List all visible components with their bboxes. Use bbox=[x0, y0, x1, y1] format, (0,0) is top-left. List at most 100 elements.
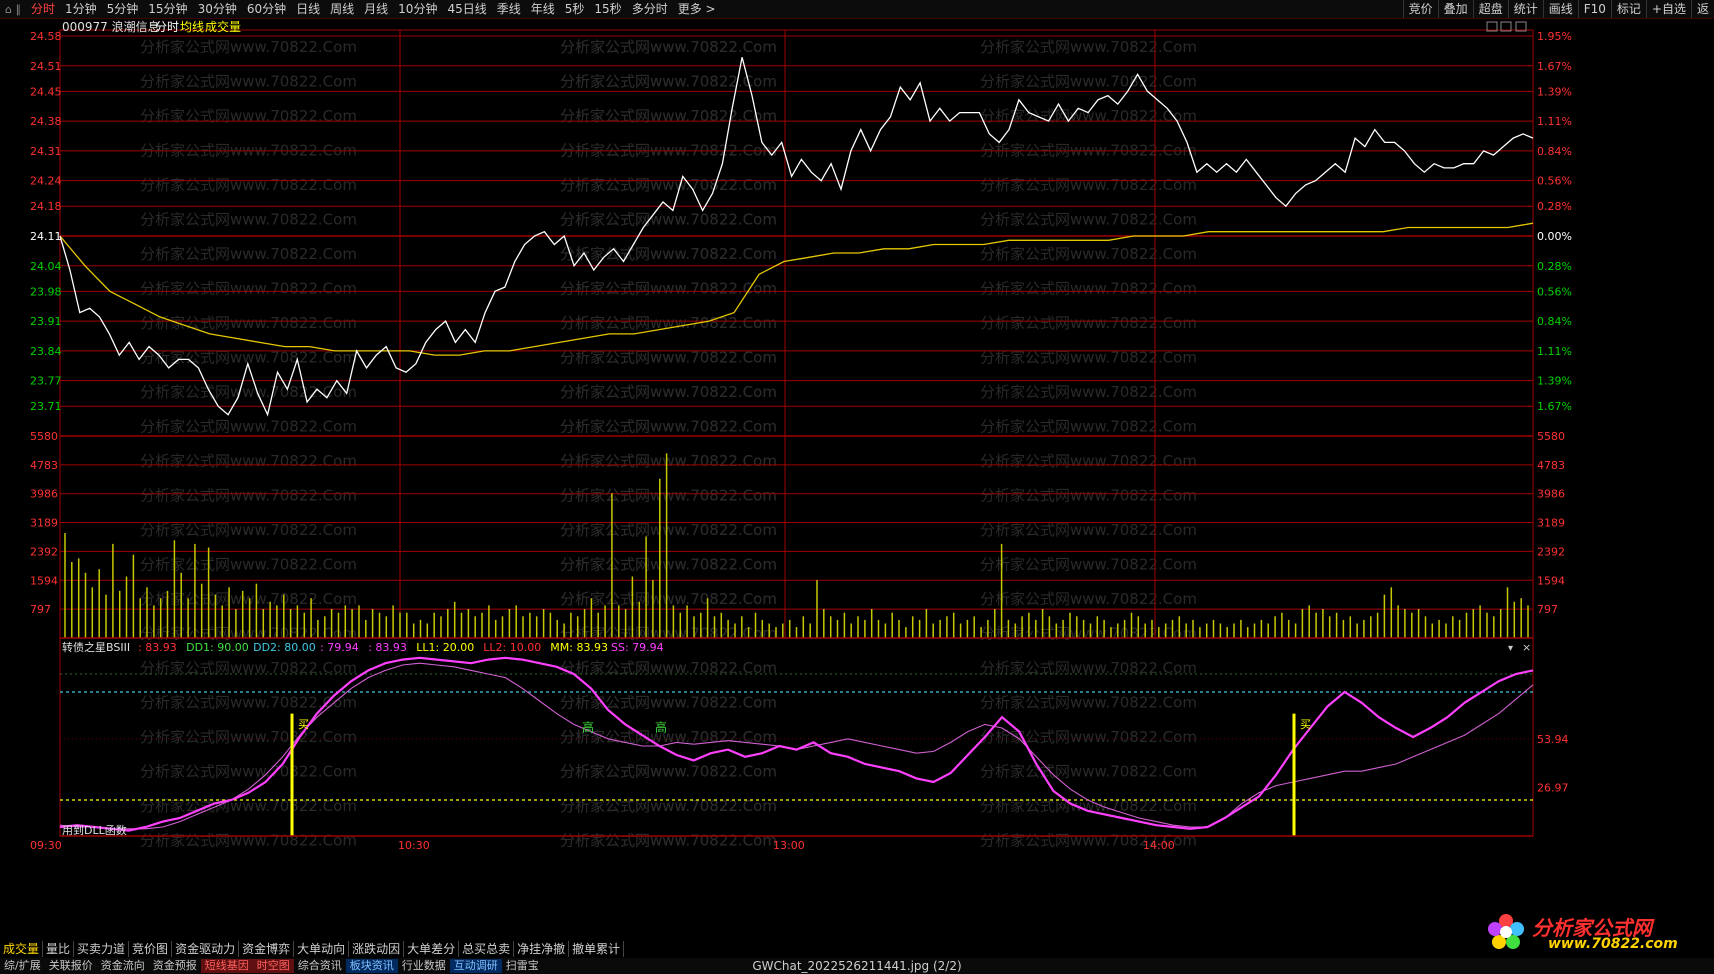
indicator-legend-0: : 83.93 bbox=[138, 641, 177, 654]
time-tick-label: 09:30 bbox=[30, 839, 62, 852]
info-tab-2[interactable]: 资金流向 bbox=[97, 959, 149, 973]
indicator-tab-0[interactable]: 成交量 bbox=[0, 941, 44, 957]
indicator-title: 转债之星BSIII bbox=[62, 640, 130, 654]
indicator-tab-9[interactable]: 总买总卖 bbox=[459, 941, 515, 957]
volume-tick-label: 5580 bbox=[30, 430, 58, 443]
price-tick-label: 24.51 bbox=[30, 60, 62, 73]
watermark-text: 分析家公式网www.70822.Com bbox=[980, 625, 1197, 643]
buy-label: 买 bbox=[298, 718, 309, 731]
info-tab-0[interactable]: 综/扩展 bbox=[0, 959, 45, 973]
pct-tick-label: 1.67% bbox=[1537, 60, 1572, 73]
info-tab-6[interactable]: 综合资讯 bbox=[294, 959, 346, 973]
price-tick-label: 24.04 bbox=[30, 260, 62, 273]
watermark-text: 分析家公式网www.70822.Com bbox=[980, 418, 1197, 436]
time-tick-label: 13:00 bbox=[773, 839, 805, 852]
info-tab-9[interactable]: 互动调研 bbox=[449, 959, 502, 973]
watermark-text: 分析家公式网www.70822.Com bbox=[980, 694, 1197, 712]
site-logo: 分析家公式网 www.70822.com bbox=[1478, 908, 1708, 956]
indicator-legend-6: LL2: 10.00 bbox=[483, 641, 541, 654]
watermark-text: 分析家公式网www.70822.Com bbox=[140, 556, 357, 574]
header-label-0: 000977 浪潮信息 bbox=[62, 19, 160, 34]
watermark-text: 分析家公式网www.70822.Com bbox=[140, 38, 357, 56]
volume-tick-label: 797 bbox=[30, 603, 51, 616]
volume-tick-label: 4783 bbox=[30, 459, 58, 472]
volume-tick-label-right: 2392 bbox=[1537, 545, 1565, 558]
watermark-text: 分析家公式网www.70822.Com bbox=[560, 556, 777, 574]
watermark-text: 分析家公式网www.70822.Com bbox=[980, 73, 1197, 91]
info-tab-8[interactable]: 行业数据 bbox=[398, 959, 450, 973]
watermark-text: 分析家公式网www.70822.Com bbox=[560, 245, 777, 263]
watermark-text: 分析家公式网www.70822.Com bbox=[980, 659, 1197, 677]
info-tab-5[interactable]: 时空图 bbox=[252, 959, 294, 973]
watermark-text: 分析家公式网www.70822.Com bbox=[140, 107, 357, 125]
volume-tick-label: 3189 bbox=[30, 517, 58, 530]
watermark-text: 分析家公式网www.70822.Com bbox=[560, 832, 777, 850]
watermark-text: 分析家公式网www.70822.Com bbox=[560, 763, 777, 781]
watermark-text: 分析家公式网www.70822.Com bbox=[140, 280, 357, 298]
volume-tick-label-right: 4783 bbox=[1537, 459, 1565, 472]
info-tab-10[interactable]: 扫雷宝 bbox=[502, 959, 543, 973]
info-tab-1[interactable]: 关联报价 bbox=[45, 959, 97, 973]
indicator-footnote: 用到DLL函数 bbox=[62, 824, 127, 837]
pct-tick-label: 0.00% bbox=[1537, 230, 1572, 243]
watermark-text: 分析家公式网www.70822.Com bbox=[140, 694, 357, 712]
watermark-text: 分析家公式网www.70822.Com bbox=[560, 418, 777, 436]
volume-tick-label-right: 1594 bbox=[1537, 574, 1565, 587]
watermark-text: 分析家公式网www.70822.Com bbox=[980, 211, 1197, 229]
indicator-tabs: 成交量 量比 买卖力道 竞价图 资金驱动力 资金博弈 大单动向 涨跌动因 大单差分 总买总卖 净挂净… bbox=[0, 940, 1714, 958]
watermark-text: 分析家公式网www.70822.Com bbox=[560, 694, 777, 712]
indicator-tab-6[interactable]: 大单动向 bbox=[294, 941, 350, 957]
watermark-text: 分析家公式网www.70822.Com bbox=[140, 521, 357, 539]
pct-tick-label: 1.39% bbox=[1537, 85, 1572, 98]
indicator-legend-7: MM: 83.93 bbox=[550, 641, 608, 654]
indicator-tab-2[interactable]: 买卖力道 bbox=[74, 941, 130, 957]
info-tab-4[interactable]: 短线基因 bbox=[200, 959, 253, 973]
volume-tick-label-right: 3986 bbox=[1537, 488, 1565, 501]
indicator-tab-3[interactable]: 竞价图 bbox=[129, 941, 173, 957]
indicator-tab-8[interactable]: 大单差分 bbox=[404, 941, 460, 957]
watermark-text: 分析家公式网www.70822.Com bbox=[980, 314, 1197, 332]
volume-tick-label: 2392 bbox=[30, 545, 58, 558]
watermark-text: 分析家公式网www.70822.Com bbox=[140, 383, 357, 401]
pct-tick-label: 0.56% bbox=[1537, 175, 1572, 188]
price-tick-label: 23.77 bbox=[30, 375, 62, 388]
watermark-text: 分析家公式网www.70822.Com bbox=[140, 176, 357, 194]
indicator-tab-7[interactable]: 涨跌动因 bbox=[349, 941, 405, 957]
pct-tick-label: 1.95% bbox=[1537, 30, 1572, 43]
time-tick-label: 10:30 bbox=[398, 839, 430, 852]
indicator-tick-label: 53.94 bbox=[1537, 733, 1569, 746]
watermark-text: 分析家公式网www.70822.Com bbox=[980, 763, 1197, 781]
indicator-tab-11[interactable]: 撤单累计 bbox=[569, 941, 625, 957]
price-tick-label: 23.91 bbox=[30, 315, 62, 328]
price-tick-label: 23.98 bbox=[30, 285, 62, 298]
indicator-tab-5[interactable]: 资金博弈 bbox=[239, 941, 295, 957]
indicator-tab-10[interactable]: 净挂净撤 bbox=[514, 941, 570, 957]
indicator-legend-3: : 79.94 bbox=[320, 641, 359, 654]
watermark-text: 分析家公式网www.70822.Com bbox=[560, 176, 777, 194]
watermark-text: 分析家公式网www.70822.Com bbox=[560, 73, 777, 91]
price-tick-label: 23.84 bbox=[30, 345, 62, 358]
watermark-text: 分析家公式网www.70822.Com bbox=[560, 107, 777, 125]
watermark-text: 分析家公式网www.70822.Com bbox=[140, 832, 357, 850]
info-tab-3[interactable]: 资金预报 bbox=[149, 959, 201, 973]
watermark-text: 分析家公式网www.70822.Com bbox=[560, 314, 777, 332]
watermark-text: 分析家公式网www.70822.Com bbox=[140, 211, 357, 229]
indicator-legend-4: : 83.93 bbox=[368, 641, 407, 654]
indicator-tab-4[interactable]: 资金驱动力 bbox=[172, 941, 240, 957]
info-tab-7[interactable]: 板块资讯 bbox=[345, 959, 398, 973]
watermark-text: 分析家公式网www.70822.Com bbox=[560, 659, 777, 677]
price-tick-label: 24.31 bbox=[30, 145, 62, 158]
watermark-text: 分析家公式网www.70822.Com bbox=[980, 556, 1197, 574]
watermark-text: 分析家公式网www.70822.Com bbox=[140, 452, 357, 470]
indicator-tab-1[interactable]: 量比 bbox=[43, 941, 75, 957]
watermark-text: 分析家公式网www.70822.Com bbox=[980, 452, 1197, 470]
pct-tick-label: 1.11% bbox=[1537, 345, 1572, 358]
header-label-1: 分时 bbox=[155, 20, 179, 34]
watermark-text: 分析家公式网www.70822.Com bbox=[560, 590, 777, 608]
watermark-text: 分析家公式网www.70822.Com bbox=[980, 38, 1197, 56]
watermark-text: 分析家公式网www.70822.Com bbox=[140, 659, 357, 677]
watermark-text: 分析家公式网www.70822.Com bbox=[980, 590, 1197, 608]
watermark-text: 分析家公式网www.70822.Com bbox=[560, 280, 777, 298]
price-tick-label: 24.58 bbox=[30, 30, 62, 43]
watermark-text: 分析家公式网www.70822.Com bbox=[140, 314, 357, 332]
